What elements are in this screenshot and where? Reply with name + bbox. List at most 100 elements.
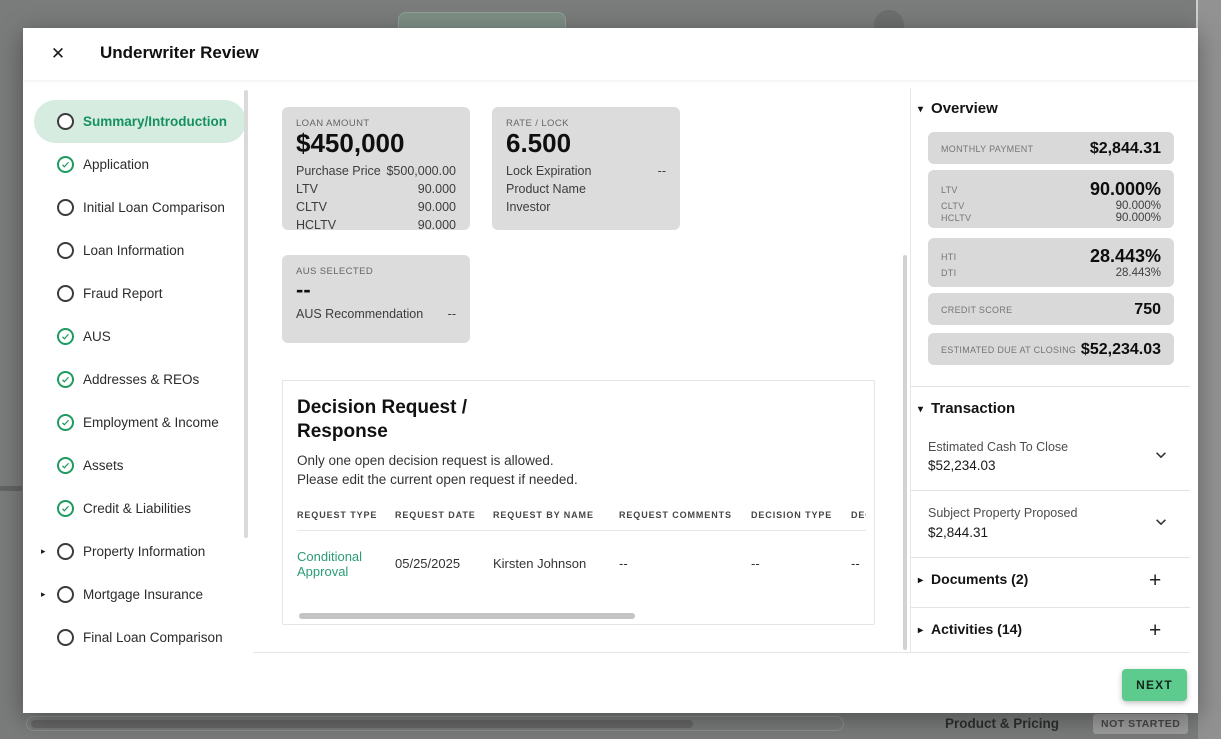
sidebar-item-summary-introduction[interactable]: Summary/Introduction — [34, 100, 246, 143]
sidebar-item-credit-liabilities[interactable]: Credit & Liabilities — [34, 487, 246, 530]
empty-circle-icon — [57, 199, 74, 216]
decision-request-response-card: Decision Request / Response Only one ope… — [282, 380, 875, 625]
sidebar-item-property-information[interactable]: ▸ Property Information — [34, 530, 246, 573]
row-label: CLTV — [296, 199, 328, 214]
caret-right-icon[interactable]: ▸ — [41, 589, 46, 600]
row-value: -- — [657, 163, 666, 178]
sidebar-item-application[interactable]: Application — [34, 143, 246, 186]
sidebar-item-final-loan-comparison[interactable]: Final Loan Comparison — [34, 616, 246, 659]
table-row: Conditional Approval 05/25/2025 Kirsten … — [297, 530, 866, 601]
status-badge: NOT STARTED — [1093, 714, 1189, 734]
check-circle-icon — [57, 414, 74, 431]
sidebar-item-assets[interactable]: Assets — [34, 444, 246, 487]
due-at-closing-card: ESTIMATED DUE AT CLOSING $52,234.03 — [928, 333, 1174, 365]
sidebar-item-mortgage-insurance[interactable]: ▸ Mortgage Insurance — [34, 573, 246, 616]
col-decision-type: DECISION TYPE — [751, 501, 851, 531]
stat-label: HTI — [941, 251, 957, 262]
row-value: 90.000 — [417, 199, 456, 214]
request-type-link[interactable]: Conditional Approval — [297, 530, 395, 601]
transaction-section-header[interactable]: ▾ Transaction — [918, 400, 1015, 417]
stat-label: CLTV — [941, 201, 965, 211]
loan-amount-value: $450,000 — [296, 128, 405, 158]
caret-down-icon: ▾ — [918, 104, 924, 115]
check-circle-icon — [57, 328, 74, 345]
row-value: 90.000 — [417, 217, 456, 232]
decision-title: Decision Request / Response — [297, 397, 467, 442]
section-title: Overview — [931, 100, 998, 117]
stat-label: LTV — [941, 184, 958, 195]
content-scrollbar[interactable] — [903, 255, 907, 650]
decision-table: REQUEST TYPE REQUEST DATE REQUEST BY NAM… — [297, 501, 866, 601]
empty-circle-icon — [57, 242, 74, 259]
sidebar-item-label: Fraud Report — [83, 286, 163, 301]
row-label: Lock Expiration — [506, 163, 592, 178]
row-label: LTV — [296, 181, 318, 196]
col-request-type: REQUEST TYPE — [297, 501, 395, 531]
sidebar-scrollbar[interactable] — [244, 90, 248, 538]
sidebar-item-label: Addresses & REOs — [83, 372, 200, 387]
sidebar-item-aus[interactable]: AUS — [34, 315, 246, 358]
sidebar-item-label: Summary/Introduction — [83, 114, 228, 129]
product-pricing-label: Product & Pricing — [945, 716, 1060, 731]
section-title: Activities (14) — [931, 621, 1023, 637]
col-request-by-name: REQUEST BY NAME — [493, 501, 619, 531]
check-circle-icon — [57, 500, 74, 517]
section-divider — [911, 386, 1190, 387]
check-circle-icon — [57, 371, 74, 388]
sidebar-item-label: Assets — [83, 458, 124, 473]
rate-lock-card: RATE / LOCK 6.500 Lock Expiration -- Prod… — [492, 107, 680, 230]
decision-description: Only one open decision request is allowe… — [297, 452, 578, 488]
add-activity-button[interactable]: + — [1149, 620, 1161, 641]
decision-type-cell: -- — [751, 556, 760, 572]
sidebar-item-loan-information[interactable]: Loan Information — [34, 229, 246, 272]
row-label: Investor — [506, 199, 551, 214]
summary-panel: ▾ Overview MONTHLY PAYMENT $2,844.31 LTV … — [911, 88, 1190, 652]
rate-value: 6.500 — [506, 128, 572, 158]
close-icon[interactable]: ✕ — [45, 41, 71, 67]
col-request-date: REQUEST DATE — [395, 501, 493, 531]
hcltv-value: 90.000% — [1115, 212, 1161, 224]
sidebar-item-label: Application — [83, 157, 150, 172]
transaction-row-value: $2,844.31 — [928, 525, 989, 540]
sidebar-item-label: Loan Information — [83, 243, 185, 258]
sidebar-item-employment-income[interactable]: Employment & Income — [34, 401, 246, 444]
next-button[interactable]: NEXT — [1122, 669, 1187, 701]
sidebar-item-addresses-reos[interactable]: Addresses & REOs — [34, 358, 246, 401]
transaction-row-value: $52,234.03 — [928, 458, 996, 473]
stat-label: DTI — [941, 268, 957, 278]
transaction-row-label: Subject Property Proposed — [928, 506, 1078, 520]
col-request-comments: REQUEST COMMENTS — [619, 501, 751, 531]
row-divider — [911, 490, 1190, 491]
row-label: HCLTV — [296, 217, 337, 232]
stat-label: HCLTV — [941, 213, 972, 223]
stat-label: MONTHLY PAYMENT — [941, 144, 1034, 154]
caret-right-icon[interactable]: ▸ — [41, 546, 46, 557]
sidebar-item-initial-loan-comparison[interactable]: Initial Loan Comparison — [34, 186, 246, 229]
add-document-button[interactable]: + — [1149, 570, 1161, 591]
table-hscrollbar-thumb[interactable] — [299, 613, 635, 619]
overview-section-header[interactable]: ▾ Overview — [918, 100, 998, 117]
col-decision-date: DECI — [851, 501, 866, 531]
section-title: Transaction — [931, 400, 1016, 417]
empty-circle-icon — [57, 629, 74, 646]
sidebar-item-fraud-report[interactable]: Fraud Report — [34, 272, 246, 315]
steps-sidebar: Summary/Introduction Application Initial… — [23, 100, 260, 659]
chevron-down-icon[interactable] — [1154, 515, 1168, 529]
request-by-name-cell: Kirsten Johnson — [493, 556, 587, 572]
caret-right-icon: ▸ — [918, 575, 924, 586]
empty-circle-icon — [57, 113, 74, 130]
request-comments-cell: -- — [619, 556, 628, 572]
aus-selected-value: -- — [296, 277, 311, 302]
cltv-value: 90.000% — [1115, 200, 1161, 212]
section-title: Documents (2) — [931, 571, 1029, 587]
aus-selected-card: AUS SELECTED -- AUS Recommendation -- — [282, 255, 470, 343]
underwriter-review-modal: ✕ Underwriter Review Summary/Introductio… — [23, 28, 1198, 713]
chevron-down-icon[interactable] — [1154, 448, 1168, 462]
backdrop-hscrollbar-thumb[interactable] — [31, 720, 693, 728]
request-date-cell: 05/25/2025 — [395, 556, 461, 572]
sidebar-item-label: Credit & Liabilities — [83, 501, 192, 516]
sidebar-item-label: Final Loan Comparison — [83, 630, 223, 645]
sidebar-item-label: Initial Loan Comparison — [83, 200, 225, 215]
monthly-payment-value: $2,844.31 — [1089, 140, 1161, 157]
modal-title: Underwriter Review — [100, 43, 259, 62]
